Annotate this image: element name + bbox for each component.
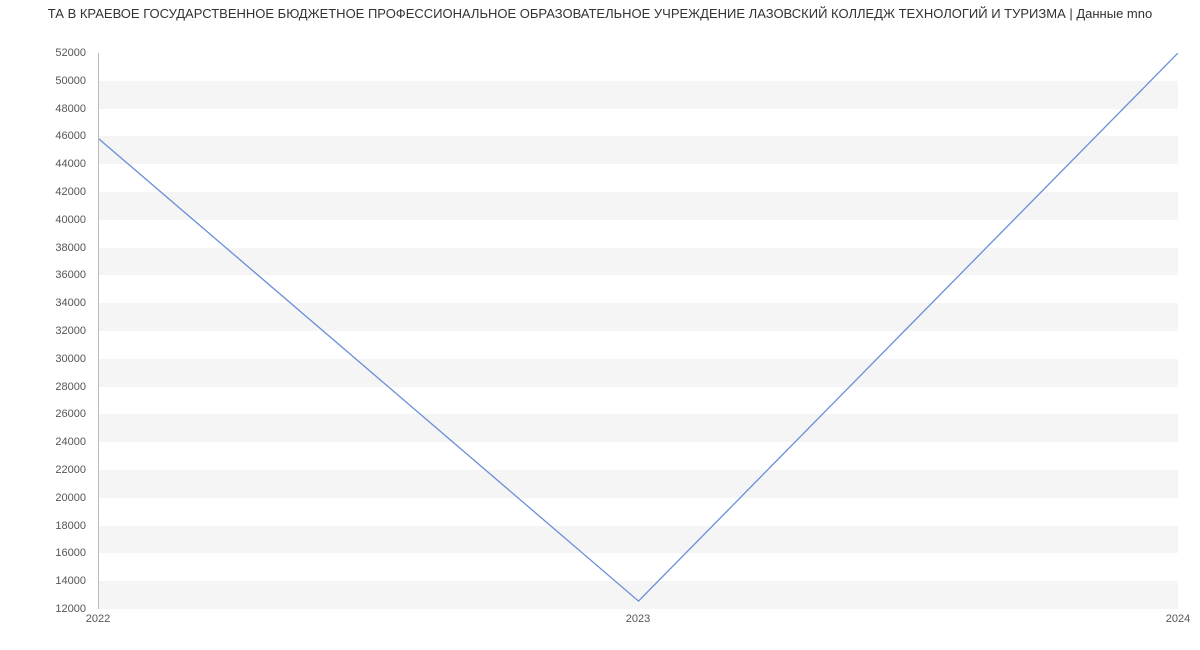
y-tick-label: 42000 xyxy=(55,186,86,198)
y-tick-label: 52000 xyxy=(55,47,86,59)
y-axis-labels: 1200014000160001800020000220002400026000… xyxy=(0,53,92,609)
y-tick-label: 46000 xyxy=(55,130,86,142)
y-tick-label: 40000 xyxy=(55,214,86,226)
grid-band xyxy=(99,248,1178,276)
grid-band xyxy=(99,136,1178,164)
grid-band xyxy=(99,498,1178,526)
grid-band xyxy=(99,109,1178,137)
y-tick-label: 30000 xyxy=(55,353,86,365)
y-tick-label: 32000 xyxy=(55,325,86,337)
grid-band xyxy=(99,581,1178,609)
x-tick-label: 2023 xyxy=(626,613,650,625)
grid-band xyxy=(99,331,1178,359)
y-tick-label: 12000 xyxy=(55,603,86,615)
plot-region xyxy=(98,53,1178,609)
grid-band xyxy=(99,53,1178,81)
y-tick-label: 44000 xyxy=(55,158,86,170)
y-tick-label: 14000 xyxy=(55,575,86,587)
y-tick-label: 16000 xyxy=(55,547,86,559)
x-tick-label: 2022 xyxy=(86,613,110,625)
x-axis-labels: 202220232024 xyxy=(98,613,1178,629)
grid-band xyxy=(99,81,1178,109)
y-tick-label: 28000 xyxy=(55,381,86,393)
grid-band xyxy=(99,387,1178,415)
grid-band xyxy=(99,526,1178,554)
y-tick-label: 38000 xyxy=(55,242,86,254)
y-tick-label: 22000 xyxy=(55,464,86,476)
grid-band xyxy=(99,275,1178,303)
grid-band xyxy=(99,192,1178,220)
y-tick-label: 50000 xyxy=(55,75,86,87)
grid-band xyxy=(99,414,1178,442)
grid-band xyxy=(99,220,1178,248)
chart-area: 12000 14000 16000 18000 20000 22000 24000 26000… xyxy=(0,27,1200,647)
y-tick-label: 24000 xyxy=(55,436,86,448)
y-tick-label: 34000 xyxy=(55,297,86,309)
y-tick-label: 36000 xyxy=(55,269,86,281)
y-tick-label: 48000 xyxy=(55,103,86,115)
grid-band xyxy=(99,470,1178,498)
y-tick-label: 20000 xyxy=(55,492,86,504)
grid-band xyxy=(99,303,1178,331)
x-tick-label: 2024 xyxy=(1166,613,1190,625)
y-tick-label: 18000 xyxy=(55,520,86,532)
grid-band xyxy=(99,359,1178,387)
grid-band xyxy=(99,553,1178,581)
y-tick-label: 26000 xyxy=(55,408,86,420)
chart-title: ТА В КРАЕВОЕ ГОСУДАРСТВЕННОЕ БЮДЖЕТНОЕ П… xyxy=(0,0,1200,27)
grid-band xyxy=(99,164,1178,192)
grid-band xyxy=(99,442,1178,470)
